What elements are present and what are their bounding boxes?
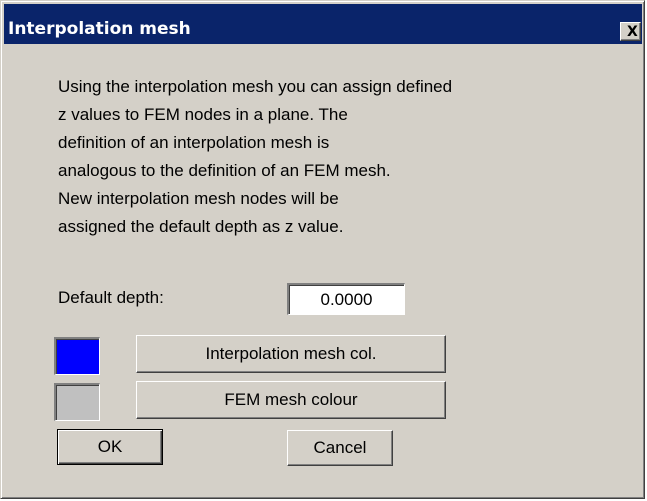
dialog-title: Interpolation mesh xyxy=(8,19,191,39)
fem-mesh-colour-swatch xyxy=(54,383,100,421)
description-line: analogous to the definition of an FEM me… xyxy=(58,161,391,180)
description-line: Using the interpolation mesh you can ass… xyxy=(58,77,453,96)
dialog-window: Interpolation mesh X Using the interpola… xyxy=(0,0,645,499)
description-text: Using the interpolation mesh you can ass… xyxy=(58,73,452,241)
interpolation-mesh-colour-button[interactable]: Interpolation mesh col. xyxy=(136,335,446,373)
interpolation-mesh-colour-swatch xyxy=(54,337,100,375)
fem-mesh-colour-button[interactable]: FEM mesh colour xyxy=(136,381,446,419)
default-depth-label: Default depth: xyxy=(58,288,164,307)
description-line: New interpolation mesh nodes will be xyxy=(58,189,339,208)
description-line: assigned the default depth as z value. xyxy=(58,217,344,236)
description-line: z values to FEM nodes in a plane. The xyxy=(58,105,348,124)
default-depth-input[interactable] xyxy=(287,283,405,315)
cancel-button[interactable]: Cancel xyxy=(287,430,393,466)
title-bar[interactable]: Interpolation mesh X xyxy=(4,4,642,44)
description-line: definition of an interpolation mesh is xyxy=(58,133,330,152)
ok-button[interactable]: OK xyxy=(57,429,163,465)
close-button[interactable]: X xyxy=(620,22,641,41)
